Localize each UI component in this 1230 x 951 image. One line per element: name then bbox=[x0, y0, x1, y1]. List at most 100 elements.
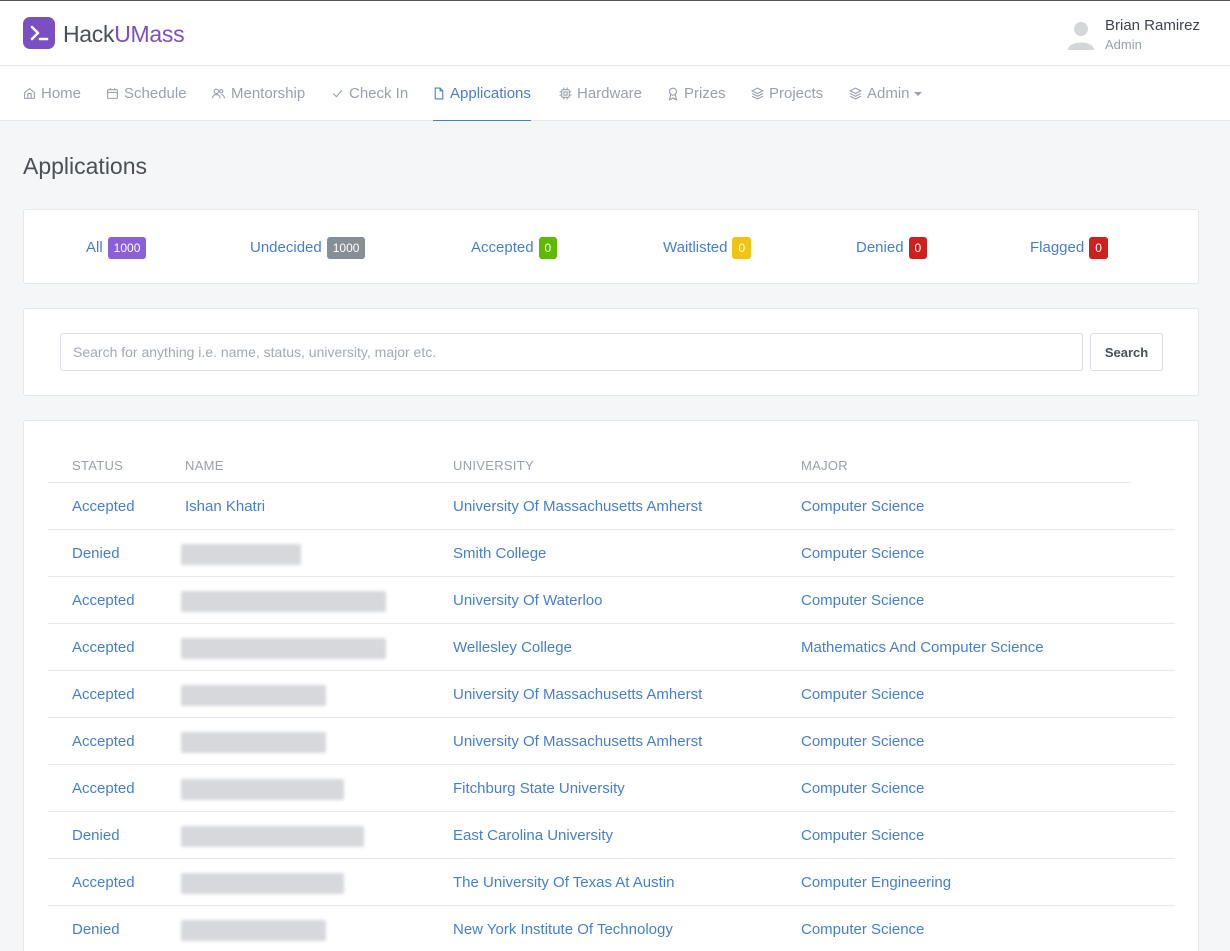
redacted-name bbox=[181, 638, 386, 659]
filter-label: Denied bbox=[856, 239, 904, 256]
filter-accepted[interactable]: Accepted 0 bbox=[471, 210, 558, 285]
major-cell[interactable]: Computer Science bbox=[801, 812, 924, 859]
count-badge: 1000 bbox=[326, 236, 366, 259]
calendar-icon bbox=[107, 88, 118, 99]
redacted-name bbox=[181, 826, 364, 847]
chevron-down-icon bbox=[913, 91, 922, 96]
filter-undecided[interactable]: Undecided 1000 bbox=[250, 210, 366, 285]
nav-admin-dropdown[interactable]: Admin bbox=[849, 66, 922, 121]
table-row[interactable]: Accepted Wellesley College Mathematics A… bbox=[48, 624, 1175, 671]
nav-hardware-label: Hardware bbox=[577, 85, 643, 102]
major-cell[interactable]: Computer Science bbox=[801, 906, 924, 951]
status-cell[interactable]: Accepted bbox=[72, 671, 135, 718]
column-header-university: UNIVERSITY bbox=[453, 458, 535, 473]
nav-schedule[interactable]: Schedule bbox=[106, 66, 187, 121]
nav-projects-label: Projects bbox=[769, 85, 824, 102]
filter-denied[interactable]: Denied 0 bbox=[856, 210, 928, 285]
major-cell[interactable]: Computer Science bbox=[801, 718, 924, 765]
users-icon bbox=[212, 88, 225, 99]
status-cell[interactable]: Accepted bbox=[72, 859, 135, 906]
name-cell[interactable]: Ishan Khatri bbox=[185, 483, 265, 530]
main-nav: Home Schedule Mentorship Check In Applic… bbox=[0, 66, 1230, 121]
major-cell[interactable]: Computer Science bbox=[801, 483, 924, 530]
major-cell[interactable]: Computer Science bbox=[801, 530, 924, 577]
count-badge: 1000 bbox=[107, 236, 147, 259]
layers-icon bbox=[849, 87, 862, 100]
filter-waitlisted[interactable]: Waitlisted 0 bbox=[663, 210, 752, 285]
university-cell[interactable]: Wellesley College bbox=[453, 624, 572, 671]
column-header-major: MAJOR bbox=[801, 458, 848, 473]
filter-label: Flagged bbox=[1030, 239, 1085, 256]
top-header: HackUMass Brian Ramirez Admin bbox=[0, 0, 1230, 66]
status-cell[interactable]: Accepted bbox=[72, 624, 135, 671]
redacted-name bbox=[181, 685, 326, 706]
column-header-status: STATUS bbox=[72, 458, 124, 473]
major-cell[interactable]: Computer Science bbox=[801, 577, 924, 624]
status-cell[interactable]: Accepted bbox=[72, 765, 135, 812]
university-cell[interactable]: University Of Massachusetts Amherst bbox=[453, 718, 702, 765]
table-row[interactable]: Denied New York Institute Of Technology … bbox=[48, 906, 1175, 951]
nav-schedule-label: Schedule bbox=[124, 85, 187, 102]
major-cell[interactable]: Computer Science bbox=[801, 671, 924, 718]
university-cell[interactable]: The University Of Texas At Austin bbox=[453, 859, 674, 906]
nav-check-in-label: Check In bbox=[349, 85, 409, 102]
university-cell[interactable]: University Of Massachusetts Amherst bbox=[453, 483, 702, 530]
filter-label: Waitlisted bbox=[663, 239, 728, 256]
university-cell[interactable]: University Of Massachusetts Amherst bbox=[453, 671, 702, 718]
nav-home[interactable]: Home bbox=[23, 66, 81, 121]
nav-projects[interactable]: Projects bbox=[751, 66, 823, 121]
avatar[interactable] bbox=[1066, 18, 1096, 52]
status-cell[interactable]: Denied bbox=[72, 906, 120, 951]
status-cell[interactable]: Accepted bbox=[72, 718, 135, 765]
status-cell[interactable]: Accepted bbox=[72, 577, 135, 624]
status-cell[interactable]: Denied bbox=[72, 530, 120, 577]
nav-home-label: Home bbox=[41, 85, 82, 102]
search-input[interactable] bbox=[60, 333, 1083, 371]
filter-label: All bbox=[86, 239, 103, 256]
redacted-name bbox=[181, 779, 344, 800]
university-cell[interactable]: New York Institute Of Technology bbox=[453, 906, 673, 951]
user-name[interactable]: Brian Ramirez bbox=[1105, 17, 1200, 34]
count-badge: 0 bbox=[908, 236, 928, 259]
redacted-name bbox=[181, 591, 386, 612]
table-row[interactable]: Denied Smith College Computer Science bbox=[48, 530, 1175, 577]
major-cell[interactable]: Mathematics And Computer Science bbox=[801, 624, 1044, 671]
table-row[interactable]: Accepted Ishan Khatri University Of Mass… bbox=[48, 483, 1175, 530]
filter-all[interactable]: All 1000 bbox=[86, 210, 147, 285]
table-row[interactable]: Accepted University Of Massachusetts Amh… bbox=[48, 671, 1175, 718]
nav-hardware[interactable]: Hardware bbox=[559, 66, 642, 121]
redacted-name bbox=[181, 920, 326, 941]
cpu-icon bbox=[559, 87, 572, 100]
user-role: Admin bbox=[1105, 37, 1142, 52]
page-title: Applications bbox=[23, 153, 148, 179]
search-card: Search bbox=[23, 308, 1199, 396]
table-row[interactable]: Accepted University Of Waterloo Computer… bbox=[48, 577, 1175, 624]
major-cell[interactable]: Computer Engineering bbox=[801, 859, 951, 906]
status-cell[interactable]: Denied bbox=[72, 812, 120, 859]
table-row[interactable]: Denied East Carolina University Computer… bbox=[48, 812, 1175, 859]
table-row[interactable]: Accepted University Of Massachusetts Amh… bbox=[48, 718, 1175, 765]
search-button[interactable]: Search bbox=[1090, 333, 1163, 371]
university-cell[interactable]: University Of Waterloo bbox=[453, 577, 602, 624]
status-cell[interactable]: Accepted bbox=[72, 483, 135, 530]
table-row[interactable]: Accepted The University Of Texas At Aust… bbox=[48, 859, 1175, 906]
nav-admin-label: Admin bbox=[867, 85, 910, 102]
redacted-name bbox=[181, 732, 326, 753]
major-cell[interactable]: Computer Science bbox=[801, 765, 924, 812]
file-icon bbox=[434, 87, 444, 99]
logo-text[interactable]: HackUMass bbox=[63, 21, 185, 48]
filter-flagged[interactable]: Flagged 0 bbox=[1030, 210, 1108, 285]
nav-check-in[interactable]: Check In bbox=[331, 66, 408, 121]
nav-mentorship[interactable]: Mentorship bbox=[211, 66, 305, 121]
count-badge: 0 bbox=[732, 236, 752, 259]
nav-prizes-label: Prizes bbox=[684, 85, 726, 102]
applications-table: STATUS NAME UNIVERSITY MAJOR Accepted Is… bbox=[23, 420, 1199, 951]
university-cell[interactable]: Fitchburg State University bbox=[453, 765, 625, 812]
university-cell[interactable]: Smith College bbox=[453, 530, 546, 577]
table-row[interactable]: Accepted Fitchburg State University Comp… bbox=[48, 765, 1175, 812]
award-icon bbox=[668, 87, 678, 101]
nav-applications[interactable]: Applications bbox=[433, 66, 531, 121]
university-cell[interactable]: East Carolina University bbox=[453, 812, 613, 859]
logo-icon[interactable] bbox=[23, 17, 55, 49]
nav-prizes[interactable]: Prizes bbox=[667, 66, 726, 121]
